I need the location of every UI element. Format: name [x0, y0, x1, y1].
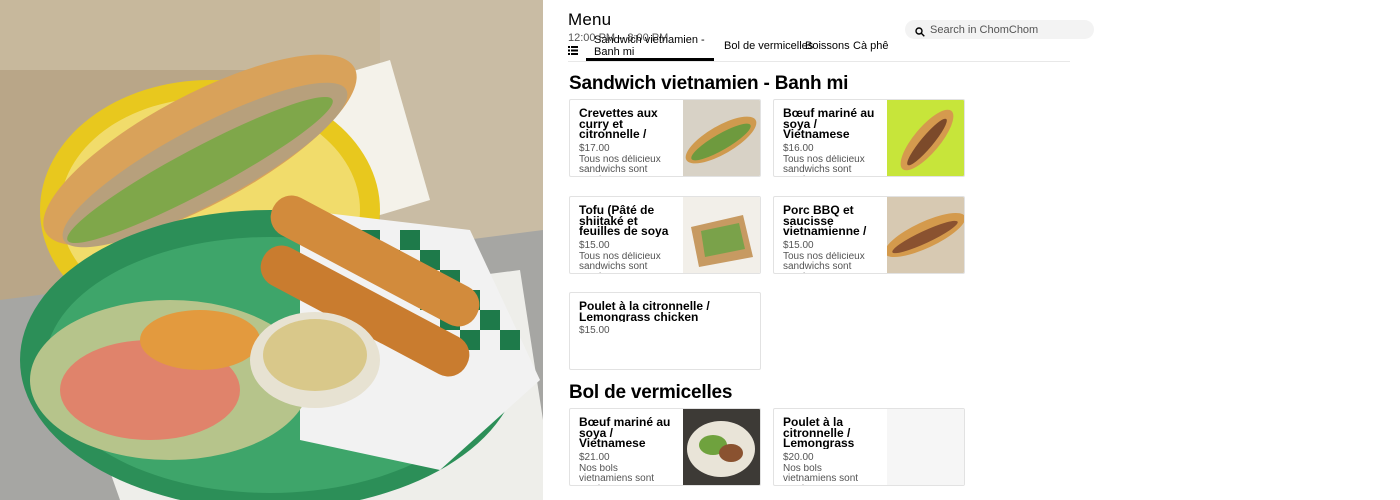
- item-price: $21.00: [579, 451, 610, 463]
- item-photo: [683, 197, 760, 273]
- item-description: Nos bols vietnamiens sont servis avec ve…: [783, 463, 859, 485]
- item-name: Crevettes aux curry et citronnelle / cur…: [579, 108, 658, 140]
- hero-photo: [0, 0, 543, 500]
- tab-ca-phe[interactable]: Cà phê: [845, 33, 896, 59]
- menu-item-card[interactable]: Tofu (Pâté de shiitaké et feuilles de so…: [569, 196, 761, 274]
- menu-item-card[interactable]: Bœuf mariné au soya / Vietnamese Shaking…: [773, 99, 965, 177]
- item-name: Porc BBQ et saucisse vietnamienne / BBQ …: [783, 205, 867, 237]
- item-photo: [887, 197, 964, 273]
- menu-item-card[interactable]: Crevettes aux curry et citronnelle / cur…: [569, 99, 761, 177]
- item-photo-placeholder: [887, 409, 964, 485]
- item-description: Tous nos délicieux sandwichs sont garnis…: [783, 251, 865, 273]
- item-name: Bœuf mariné au soya / Vietnamese Shaking…: [579, 417, 671, 449]
- item-name: Bœuf mariné au soya / Vietnamese Shaking…: [783, 108, 875, 140]
- category-list-icon[interactable]: [568, 42, 578, 60]
- item-price: $15.00: [579, 239, 610, 251]
- menu-item-card[interactable]: Poulet à la citronnelle / Lemongrass chi…: [569, 292, 761, 370]
- tab-sandwich-banh-mi[interactable]: Sandwich vietnamien - Banh mi: [586, 33, 714, 61]
- item-name: Poulet à la citronnelle / Lemongrass chi…: [579, 301, 710, 322]
- menu-item-card[interactable]: Porc BBQ et saucisse vietnamienne / BBQ …: [773, 196, 965, 274]
- menu-item-card[interactable]: Bœuf mariné au soya / Vietnamese Shaking…: [569, 408, 761, 486]
- section-title-banh-mi: Sandwich vietnamien - Banh mi: [569, 73, 849, 94]
- section-title-bol-de-vermicelles: Bol de vermicelles: [569, 382, 733, 403]
- item-price: $15.00: [579, 325, 610, 336]
- category-tabs: Sandwich vietnamien - Banh mi Bol de ver…: [568, 33, 1070, 62]
- item-name: Poulet à la citronnelle / Lemongrass chi…: [783, 417, 855, 449]
- item-price: $20.00: [783, 451, 814, 463]
- menu-panel: Menu 12:00 PM – 8:00 PM Sandwich vietnam…: [543, 0, 1400, 500]
- item-price: $15.00: [783, 239, 814, 251]
- menu-item-card[interactable]: Poulet à la citronnelle / Lemongrass chi…: [773, 408, 965, 486]
- item-photo: [683, 100, 760, 176]
- item-photo: [683, 409, 760, 485]
- item-description: Tous nos délicieux sandwichs sont garnis…: [579, 154, 661, 176]
- item-description: Tous nos délicieux sandwichs sont garnis…: [579, 251, 661, 273]
- restaurant-hero-image: [0, 0, 543, 500]
- item-price: $17.00: [579, 142, 610, 154]
- item-price: $16.00: [783, 142, 814, 154]
- item-description: Nos bols vietnamiens sont servis avec ve…: [579, 463, 655, 485]
- item-photo: [887, 100, 964, 176]
- item-description: Tous nos délicieux sandwichs sont garnis…: [783, 154, 865, 176]
- item-name: Tofu (Pâté de shiitaké et feuilles de so…: [579, 205, 669, 237]
